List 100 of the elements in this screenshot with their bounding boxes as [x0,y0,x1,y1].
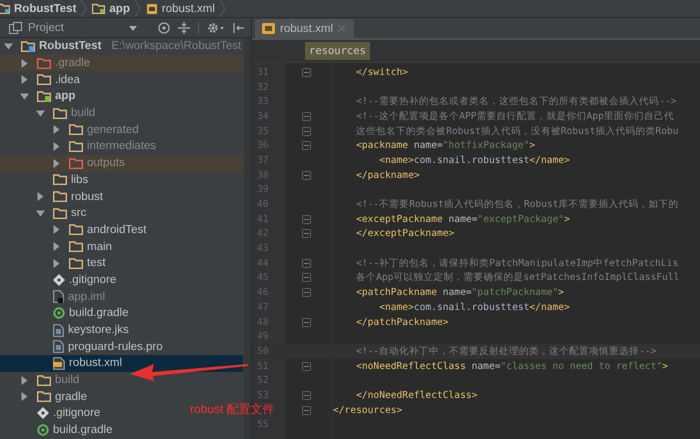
expanded-arrow-icon[interactable] [20,92,29,101]
tree-item[interactable]: app [0,88,80,105]
tree-item[interactable]: androidTest [0,222,150,238]
item-label: generated [87,124,139,136]
fold-marker-icon[interactable] [302,170,310,180]
item-label: .gitignore [53,407,100,420]
tree-item[interactable]: .gitignore [0,272,120,288]
code-area[interactable] [252,63,700,439]
breadcrumb-item[interactable]: app [89,2,133,14]
fold-marker-icon[interactable] [302,68,310,77]
tree-item[interactable]: robust.xml [0,355,243,372]
tree-item[interactable]: .idea [0,71,84,88]
tree-item[interactable]: build [0,372,84,388]
xml-path-chip[interactable]: resources [305,42,370,60]
item-label: intermediates [87,140,156,152]
file-icon [53,290,64,304]
gradle-file-icon [37,424,49,436]
folder-icon [69,224,83,236]
item-label: .idea [55,74,80,86]
collapsed-arrow-icon[interactable] [52,125,61,134]
code-line: <!--这个配置项是各个APP需要自行配置，就是你们App里面你们自己代 [355,110,674,123]
code-line: </noNeedReflectClass> [355,390,478,401]
item-label: src [71,207,86,220]
fold-marker-icon[interactable] [302,288,310,298]
collapsed-arrow-icon[interactable] [20,58,29,68]
fold-marker-icon[interactable] [302,229,310,238]
tree-item[interactable]: generated [0,121,143,138]
tree-item[interactable]: app.iml [0,288,110,305]
item-label: robust.xml [69,357,122,370]
collapsed-arrow-icon[interactable] [20,392,29,402]
collapsed-arrow-icon[interactable] [52,242,61,252]
gradle-file-icon [53,307,65,320]
code-line: <name>com.snail.robusttest</name> [378,154,570,166]
settings-icon[interactable] [207,22,225,34]
tree-item[interactable]: robust [0,188,107,205]
collapsed-arrow-icon[interactable] [36,192,45,202]
item-label: libs [71,174,88,186]
item-label: androidTest [87,224,146,236]
xml-file-icon [262,23,275,34]
fold-marker-icon[interactable] [302,390,310,400]
tree-item[interactable]: RobustTest E:\workspace\RobustTest [0,38,246,55]
fold-marker-icon[interactable] [302,406,310,415]
fold-marker-icon[interactable] [302,258,310,268]
expanded-arrow-icon[interactable] [4,42,13,51]
code-line: <!--自动化补丁中，不需要反射处理的类，这个配置项慎重选择--> [355,344,657,358]
breadcrumb-item[interactable]: robust.xml [142,2,218,14]
collapsed-arrow-icon[interactable] [52,158,61,168]
code-line: </packname> [355,170,420,181]
item-label: .gradle [55,57,90,70]
editor-tab[interactable]: robust.xml [255,19,354,38]
tree-item[interactable]: build.gradle [0,305,132,322]
item-label: build [71,107,96,120]
fold-marker-icon[interactable] [302,318,310,327]
tree-item[interactable]: build.gradle [0,422,116,438]
fold-marker-icon[interactable] [302,126,310,136]
panel-title[interactable]: Project [28,22,64,34]
code-line: <exceptPackname name="exceptPackage"> [355,214,570,225]
code-line: <!--不需要Robust插入代码的包名，Robust库不需要插入代码，如下的 [355,198,679,212]
chevron-icon [218,0,227,17]
folder-icon [53,108,67,119]
code-line: </patchPackname> [355,316,449,328]
fold-marker-icon[interactable] [302,273,310,282]
code-line: <!--需要热补的包名或者类名，这些包名下的所有类都被会插入代码--> [355,95,677,108]
collapsed-arrow-icon[interactable] [52,225,61,234]
folder-icon [69,124,83,136]
tree-item[interactable]: intermediates [0,138,160,155]
fold-marker-icon[interactable] [302,362,310,371]
tree-item[interactable]: src [0,204,90,222]
fold-marker-icon[interactable] [302,112,310,121]
tree-item[interactable]: main [0,238,116,255]
tree-item[interactable]: libs [0,172,92,188]
tree-item[interactable]: build [0,104,100,122]
breadcrumb-item[interactable]: RobustTest [0,2,80,14]
tree-item[interactable]: test [0,254,110,272]
fold-marker-icon[interactable] [302,214,310,224]
item-label: .gitignore [69,274,116,286]
code-line: 这些包名下的类会被Robust插入代码，没有被Robust插入代码的类Robu [355,124,679,138]
fold-marker-icon[interactable] [302,141,310,150]
tree-item[interactable]: .gitignore [0,405,104,422]
dropdown-caret-icon[interactable] [129,26,137,30]
collapsed-arrow-icon[interactable] [52,258,61,268]
expanded-arrow-icon[interactable] [36,108,45,118]
collapse-icon[interactable] [178,22,190,34]
hide-panel-icon[interactable] [233,22,245,34]
tree-item[interactable]: proguard-rules.pro [0,338,167,356]
folder-icon [69,140,83,152]
git-file-icon [53,274,65,286]
collapsed-arrow-icon[interactable] [20,376,29,385]
file-icon [53,324,64,337]
collapsed-arrow-icon[interactable] [52,142,61,151]
target-icon[interactable] [158,22,170,34]
collapsed-arrow-icon[interactable] [20,75,29,84]
expanded-arrow-icon[interactable] [36,208,45,218]
tree-item[interactable]: keystore.jks [0,322,133,338]
folder-icon [37,391,51,402]
folder-icon [53,208,67,219]
item-label: outputs [87,157,125,170]
item-label: build [55,374,80,386]
tree-item[interactable]: gradle [0,388,91,406]
project-view-icon [9,22,23,34]
